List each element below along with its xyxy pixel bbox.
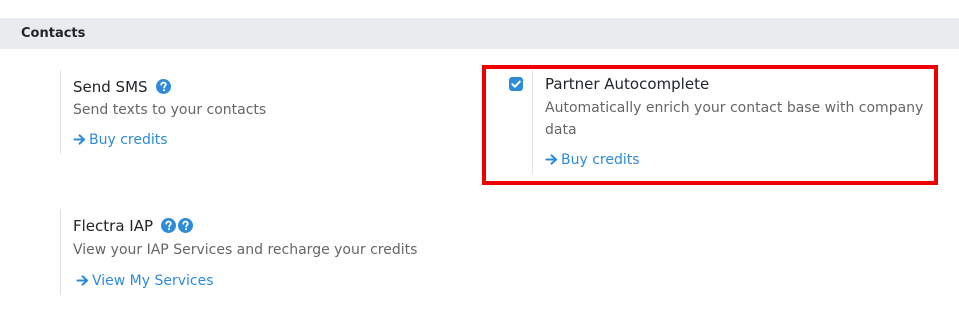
setting-title-text: Flectra IAP bbox=[73, 217, 154, 235]
setting-divider bbox=[60, 70, 61, 154]
setting-description: Send texts to your contacts bbox=[73, 102, 267, 118]
section-title: Contacts bbox=[21, 26, 86, 41]
view-my-services-link[interactable]: View My Services bbox=[76, 273, 214, 289]
setting-description: View your IAP Services and recharge your… bbox=[73, 242, 418, 258]
setting-title: Flectra IAP bbox=[73, 217, 193, 235]
arrow-right-icon bbox=[73, 134, 86, 145]
question-circle-icon[interactable] bbox=[177, 218, 193, 233]
setting-flectra-iap: Flectra IAP View your IAP Services and r… bbox=[60, 209, 480, 295]
setting-title-text: Send SMS bbox=[73, 78, 148, 96]
buy-credits-link[interactable]: Buy credits bbox=[73, 132, 168, 148]
buy-credits-label: Buy credits bbox=[89, 132, 168, 148]
question-circle-icon[interactable] bbox=[156, 79, 172, 94]
arrow-right-icon bbox=[76, 275, 89, 286]
section-header: Contacts bbox=[0, 18, 959, 49]
setting-send-sms: Send SMS Send texts to your contacts Buy… bbox=[60, 70, 460, 154]
question-circle-icon[interactable] bbox=[160, 218, 176, 233]
setting-divider bbox=[60, 209, 61, 295]
highlight-box bbox=[482, 65, 938, 185]
setting-title: Send SMS bbox=[73, 78, 172, 96]
view-my-services-label: View My Services bbox=[92, 273, 214, 289]
